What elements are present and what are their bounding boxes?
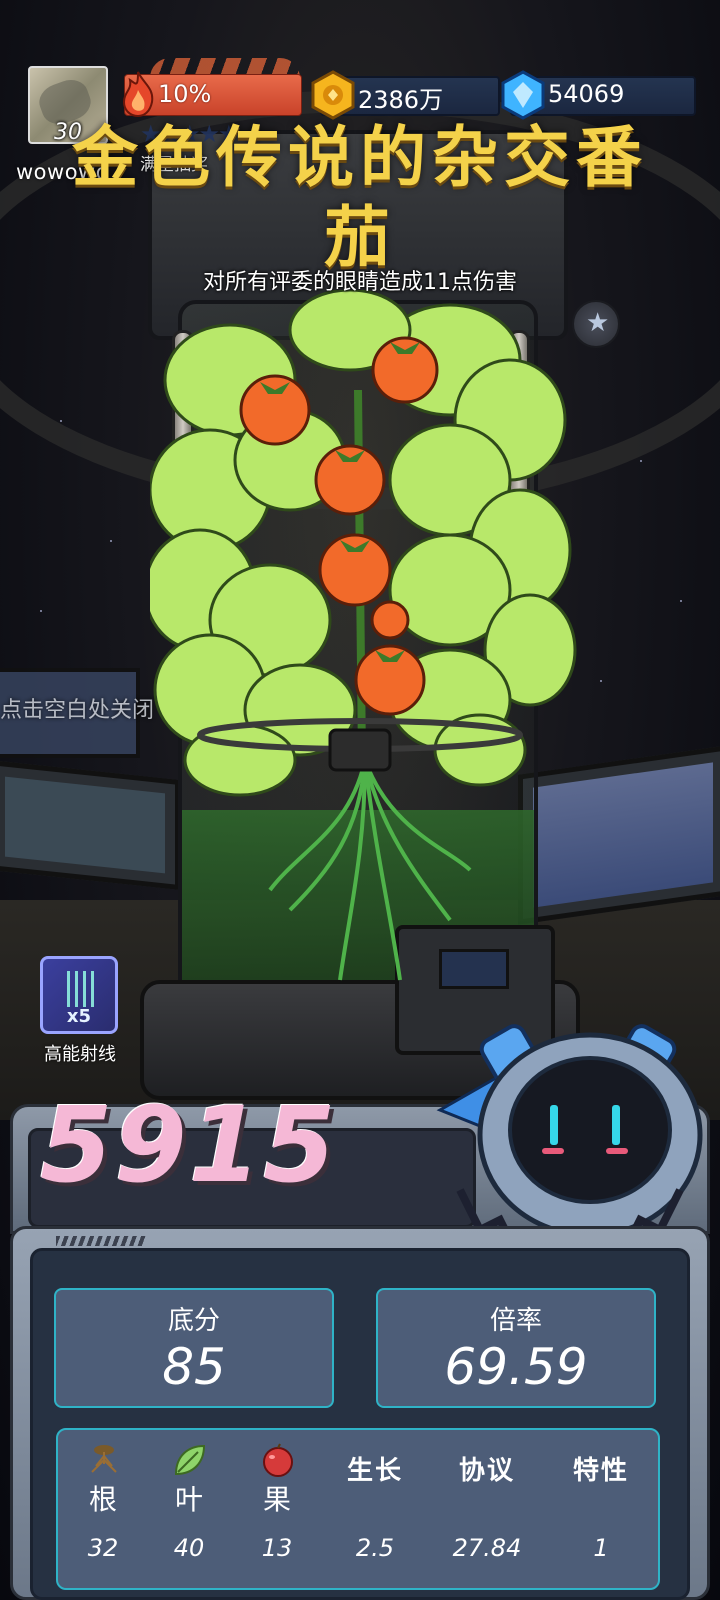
star-dot <box>640 460 642 462</box>
trait-label: 果 <box>262 1483 291 1516</box>
trait-label: 协议 <box>458 1456 515 1486</box>
multiplier-label: 倍率 <box>489 1306 542 1336</box>
base-score-box: 底分 85 <box>54 1288 334 1408</box>
trait-value: 1 <box>593 1534 609 1562</box>
robot-mascot <box>436 1024 703 1242</box>
trait-label: 生长 <box>346 1456 403 1486</box>
trait-protocol: 协议 27.84 <box>442 1430 532 1590</box>
fire-icon <box>122 71 154 118</box>
star-badge-button[interactable]: ★ <box>572 300 620 348</box>
total-score: 5915 <box>40 1084 338 1206</box>
multiplier-box: 倍率 69.59 <box>376 1288 656 1408</box>
skill-label: 高能射线 <box>44 1044 116 1065</box>
trait-root: 根 32 <box>58 1430 148 1590</box>
star-dot <box>680 600 682 602</box>
plant-roots <box>268 759 472 981</box>
gold-coin-icon <box>311 70 355 120</box>
leaf-icon <box>174 1444 206 1476</box>
trait-feature: 特性 1 <box>556 1430 646 1590</box>
star-dot <box>600 680 602 682</box>
plant-title: 金色传说的杂交番茄 <box>72 119 648 276</box>
trait-label: 根 <box>88 1483 117 1516</box>
trait-label: 特性 <box>572 1456 629 1486</box>
root-icon <box>91 1445 117 1473</box>
base-score-value: 85 <box>162 1338 226 1396</box>
energy-ray-icon <box>67 971 97 1007</box>
tap-to-close-hint[interactable]: 点击空白处关闭 <box>0 692 154 724</box>
trait-value: 40 <box>173 1534 205 1562</box>
gold-amount: 2386万 <box>358 86 444 114</box>
trait-value: 27.84 <box>452 1534 522 1562</box>
trait-leaf: 叶 40 <box>144 1430 234 1590</box>
fruit-icon <box>263 1443 293 1477</box>
tomato-plant-illustration <box>143 288 580 990</box>
trait-fruit: 果 13 <box>232 1430 322 1590</box>
trait-table: 根 32 叶 40 果 13 生长 2.5 协议 27.84 特性 1 <box>56 1428 660 1590</box>
trait-label: 叶 <box>174 1483 203 1516</box>
star-icon: ★ <box>586 308 610 338</box>
star-dot <box>110 540 112 542</box>
trait-growth: 生长 2.5 <box>330 1430 420 1590</box>
panel-hatch-decoration <box>56 1236 146 1246</box>
plant-effect-text: 对所有评委的眼睛造成11点伤害 <box>203 270 517 295</box>
base-score-label: 底分 <box>167 1306 220 1336</box>
multiplier-value: 69.59 <box>444 1338 588 1396</box>
trait-value: 13 <box>261 1534 293 1562</box>
skill-high-energy-ray[interactable]: x5 <box>40 956 118 1034</box>
blue-gem-icon <box>501 70 545 120</box>
trait-value: 2.5 <box>355 1534 395 1562</box>
tomato-plant-svg <box>143 288 577 981</box>
gem-amount: 54069 <box>548 80 625 108</box>
fire-percent: 10% <box>158 80 212 108</box>
trait-value: 32 <box>87 1534 119 1562</box>
star-dot <box>60 420 62 422</box>
star-dot <box>40 610 42 612</box>
skill-multiplier: x5 <box>66 1006 92 1027</box>
